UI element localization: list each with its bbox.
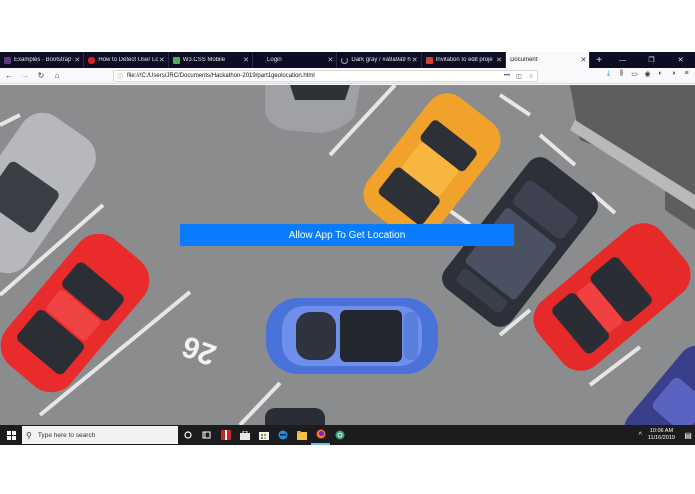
blank-icon	[257, 57, 264, 64]
task-view-icon[interactable]	[197, 425, 216, 445]
minimize-icon[interactable]: —	[608, 52, 637, 68]
file-explorer-icon[interactable]	[292, 425, 311, 445]
clock[interactable]: 10:06 AM 11/16/2019	[648, 428, 675, 442]
close-tab-icon[interactable]: ✕	[411, 56, 419, 64]
edge-icon[interactable]	[273, 425, 292, 445]
library-icon[interactable]: ⫼	[615, 70, 628, 78]
window-controls: — ❐ ✕	[608, 52, 695, 68]
store-icon[interactable]	[254, 425, 273, 445]
forward-icon[interactable]: →	[18, 69, 32, 83]
new-tab-button[interactable]: +	[590, 52, 608, 68]
page-info-icon[interactable]: ⓘ	[117, 72, 123, 81]
reload-icon[interactable]: ↻	[34, 69, 48, 83]
screen: Examples · Bootstrap ✕ How to Detect Use…	[0, 0, 695, 494]
back-icon[interactable]: ←	[2, 69, 16, 83]
tab-bootstrap[interactable]: Examples · Bootstrap ✕	[0, 52, 85, 68]
tab-label: Examples · Bootstrap	[14, 57, 72, 63]
notifications-icon[interactable]: ▤	[681, 431, 695, 440]
firefox-icon[interactable]	[311, 425, 330, 445]
downloads-icon[interactable]: ⤓	[602, 70, 615, 78]
search-placeholder: Type here to search	[37, 431, 96, 439]
url-text[interactable]: file:///C:/Users/JRC/Documents/Hackathon…	[127, 73, 501, 79]
close-tab-icon[interactable]: ✕	[326, 56, 334, 64]
tab-document[interactable]: Document ✕	[506, 52, 591, 68]
close-window-icon[interactable]: ✕	[666, 52, 695, 68]
tab-strip: Examples · Bootstrap ✕ How to Detect Use…	[0, 52, 695, 68]
chrome-icon[interactable]	[330, 425, 349, 445]
menu-icon[interactable]: ≡	[680, 70, 693, 78]
account-icon[interactable]: ◉	[641, 70, 654, 78]
system-tray: ^ 10:06 AM 11/16/2019 ▤	[639, 425, 695, 445]
clock-time: 10:06 AM	[649, 428, 674, 434]
briefcase-icon[interactable]	[235, 425, 254, 445]
loading-icon	[341, 56, 349, 64]
tab-label: Document	[510, 57, 538, 63]
bookmark-star-icon[interactable]: ☆	[525, 73, 537, 80]
taskbar-search-box[interactable]: ⚲ Type here to search	[22, 426, 178, 444]
gift-app-icon[interactable]	[216, 425, 235, 445]
tab-label: Login	[267, 57, 282, 63]
address-bar[interactable]: ⓘ file:///C:/Users/JRC/Documents/Hackath…	[113, 70, 538, 82]
windows-start-icon[interactable]	[0, 425, 22, 445]
pocket-icon[interactable]: ◫	[513, 73, 525, 80]
close-tab-icon[interactable]: ✕	[495, 56, 503, 64]
tab-label: How to Detect User Lo	[98, 57, 158, 63]
close-tab-icon[interactable]: ✕	[242, 56, 250, 64]
search-icon: ⚲	[26, 430, 32, 440]
clock-date: 11/16/2019	[647, 435, 675, 441]
tab-label: W3.CSS Mobile	[182, 57, 226, 63]
w3schools-icon	[172, 56, 180, 64]
close-tab-icon[interactable]: ✕	[579, 56, 587, 64]
parking-lot-background: 26	[0, 85, 695, 425]
tab-dark-gray[interactable]: Dark gray / #a9a9a9 he ✕	[337, 52, 422, 68]
extension-icon[interactable]: ◐	[654, 70, 667, 78]
tab-login[interactable]: Login ✕	[253, 52, 338, 68]
youtube-icon	[88, 56, 96, 64]
windows-logo-icon	[6, 430, 16, 440]
page-actions-button[interactable]: •••	[501, 73, 513, 79]
tab-label: Invitation to edit proje	[435, 57, 493, 63]
windows-taskbar: ⚲ Type here to search ^ 10:06 AM 11/16/2…	[0, 425, 695, 445]
tab-invitation[interactable]: Invitation to edit proje ✕	[422, 52, 507, 68]
close-tab-icon[interactable]: ✕	[158, 56, 166, 64]
extension-chat-icon[interactable]: ◑	[667, 70, 680, 78]
toolbar-right: ⤓ ⫼ ▭ ◉ ◐ ◑ ≡	[602, 70, 693, 78]
sidebar-icon[interactable]: ▭	[628, 70, 641, 78]
tab-detect-user-location[interactable]: How to Detect User Lo ✕	[84, 52, 169, 68]
close-tab-icon[interactable]: ✕	[73, 56, 81, 64]
tab-label: Dark gray / #a9a9a9 he	[351, 57, 411, 63]
navigation-toolbar: ← → ↻ ⌂ ⓘ file:///C:/Users/JRC/Documents…	[0, 68, 695, 84]
show-hidden-icons-icon[interactable]: ^	[639, 432, 642, 439]
home-icon[interactable]: ⌂	[50, 69, 64, 83]
tab-w3css-mobile[interactable]: W3.CSS Mobile ✕	[169, 52, 254, 68]
bootstrap-icon	[4, 56, 11, 64]
gmail-icon	[425, 56, 433, 64]
maximize-icon[interactable]: ❐	[637, 52, 666, 68]
allow-location-button[interactable]: Allow App To Get Location	[180, 224, 514, 246]
cortana-icon[interactable]	[178, 425, 197, 445]
page-viewport: 26 Allow App To Get Location	[0, 85, 695, 425]
